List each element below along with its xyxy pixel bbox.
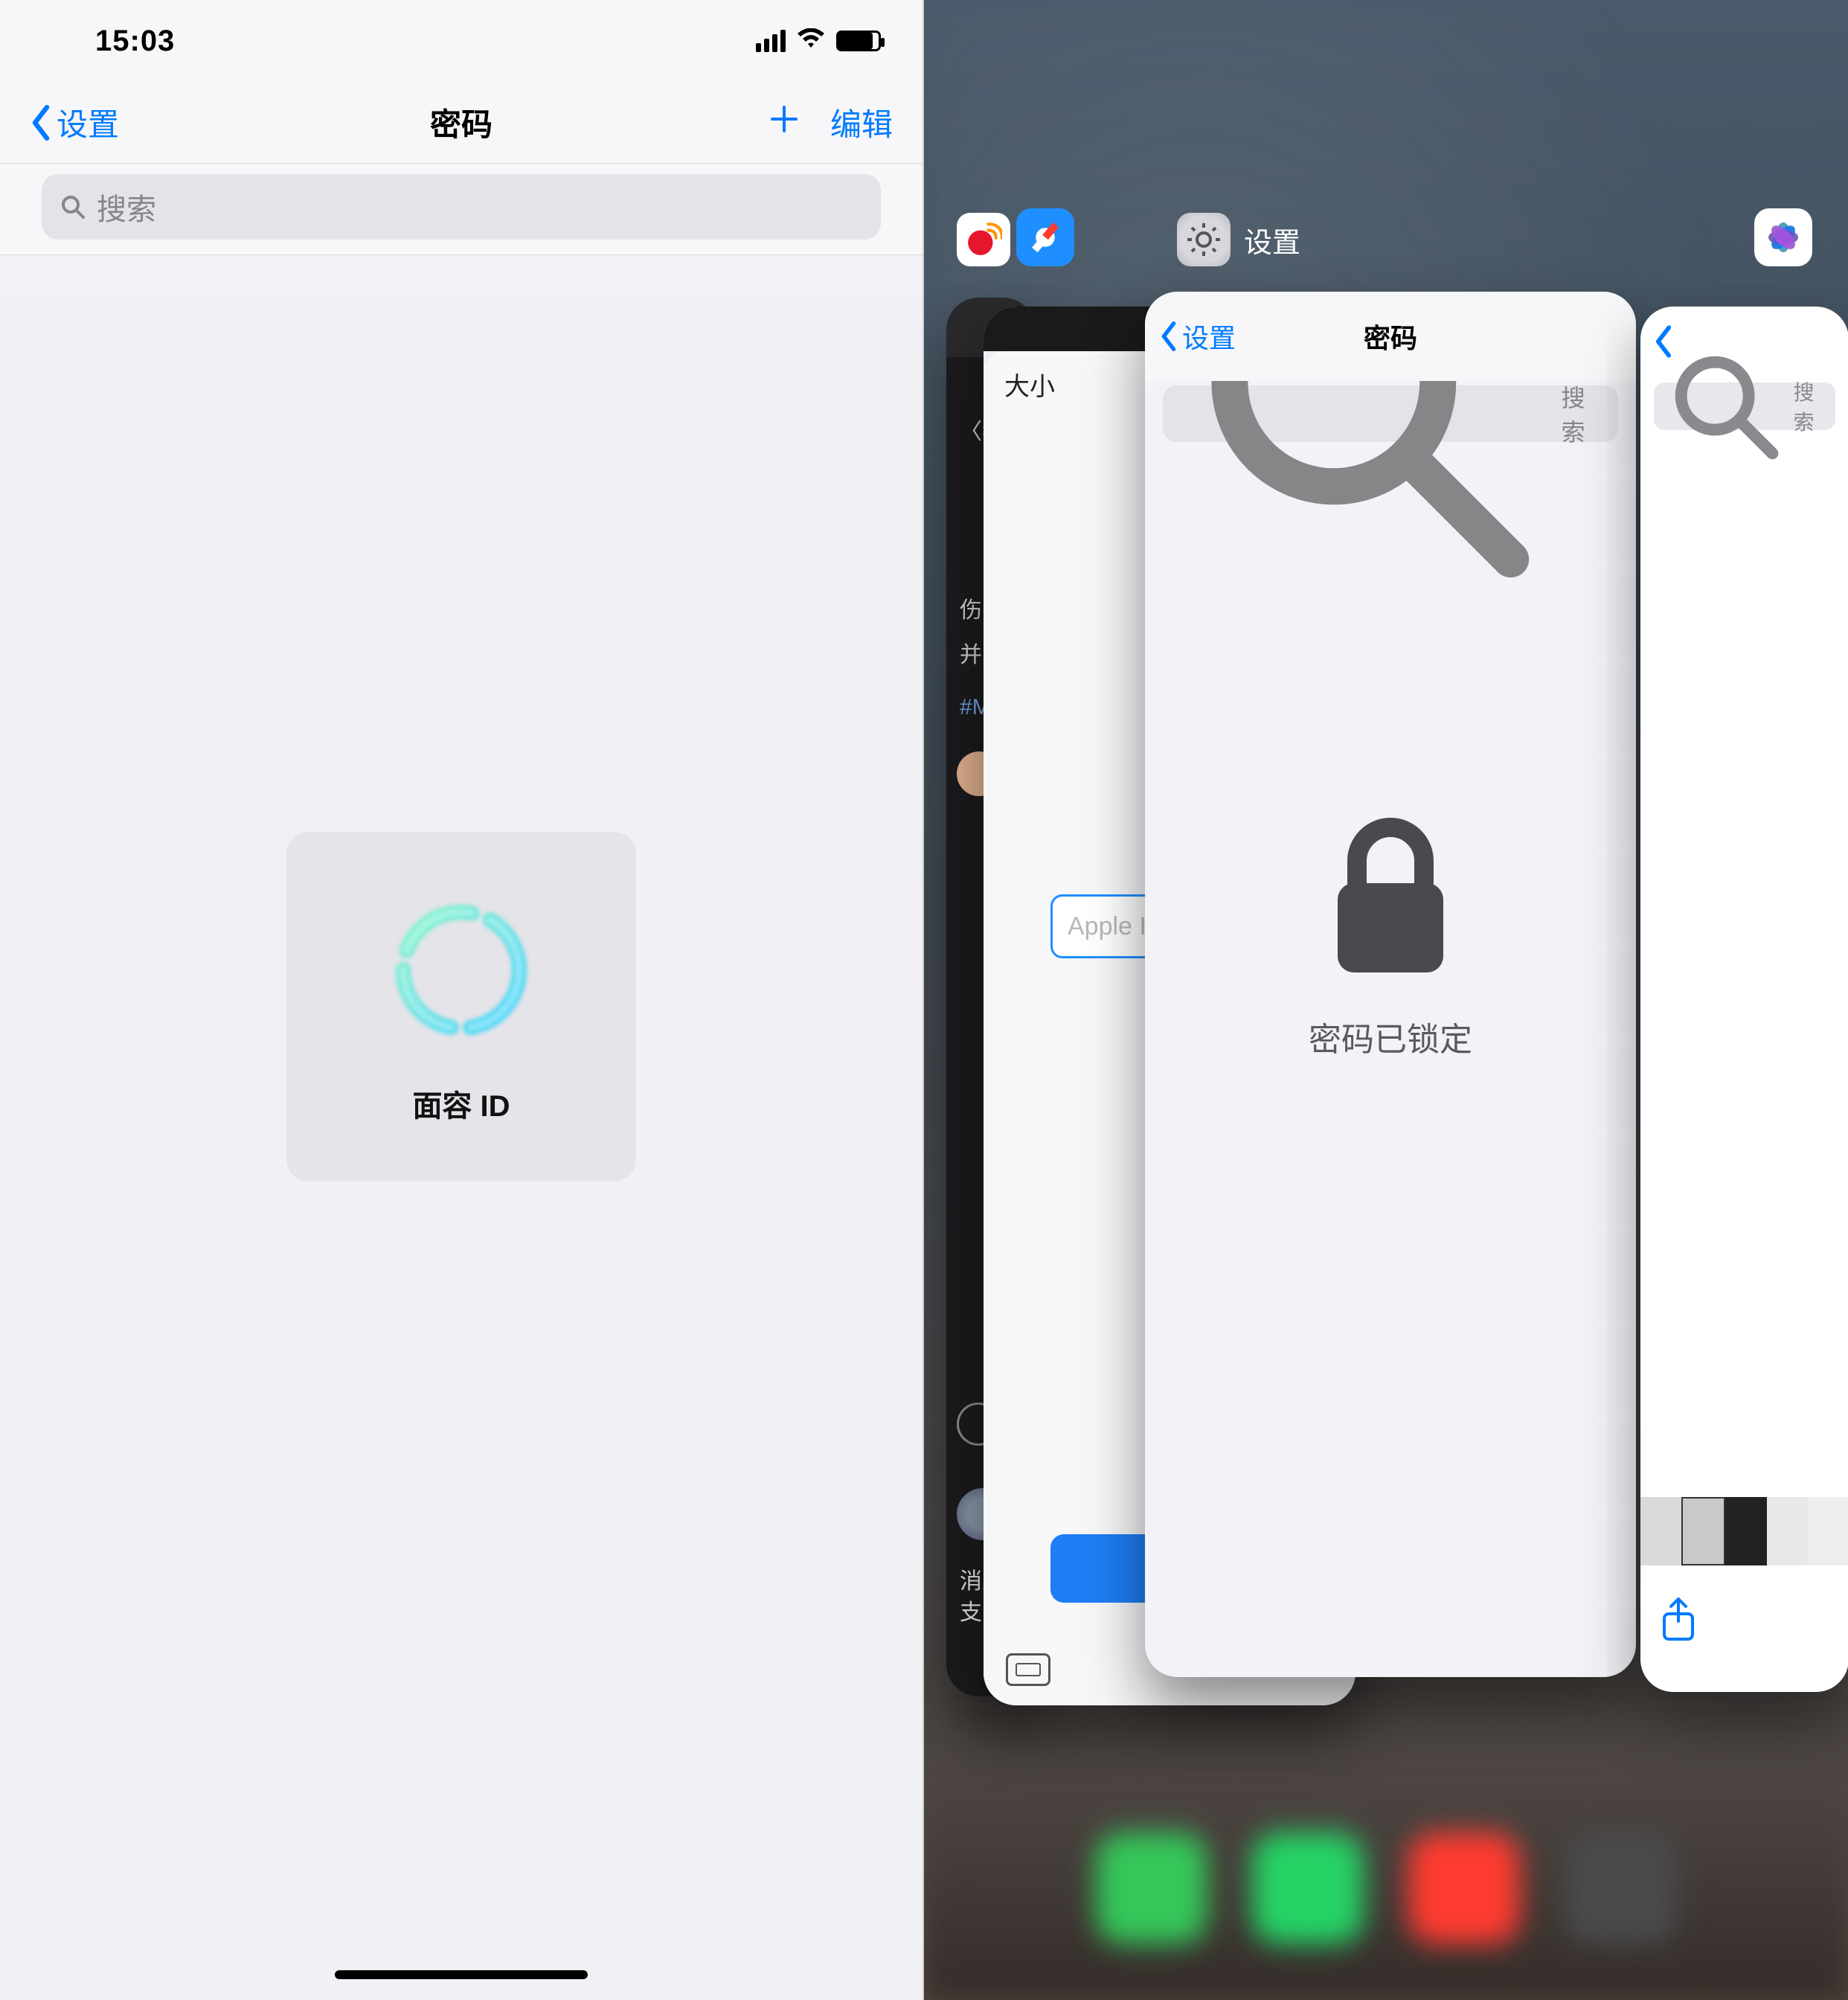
app-card-photos[interactable]: 搜索 xyxy=(1640,307,1848,1692)
nav-bar: 设置 密码 编辑 xyxy=(0,82,923,164)
status-icons xyxy=(756,28,881,54)
page-title: 密码 xyxy=(1364,317,1417,356)
keyboard-icon xyxy=(1006,1653,1050,1686)
settings-app-icon xyxy=(1177,213,1231,266)
plus-icon xyxy=(768,103,801,135)
body: 面容 ID xyxy=(0,295,923,2000)
weibo-bottom2: 支 xyxy=(960,1594,982,1626)
search-input[interactable]: 搜索 xyxy=(1163,385,1618,442)
status-time: 15:03 xyxy=(95,25,175,58)
lock-icon xyxy=(1320,812,1461,984)
photos-app-icon xyxy=(1754,208,1812,266)
cellular-icon xyxy=(756,30,786,52)
status-bar: 15:03 xyxy=(0,0,923,82)
card3-nav: 设置 密码 xyxy=(1145,292,1636,381)
add-button[interactable] xyxy=(768,103,801,143)
back-button[interactable]: 设置 xyxy=(30,100,119,145)
back-label: 设置 xyxy=(57,100,119,145)
edit-button[interactable]: 编辑 xyxy=(830,100,893,145)
page-title: 密码 xyxy=(430,100,493,145)
faceid-prompt[interactable]: 面容 ID xyxy=(286,832,636,1182)
battery-icon xyxy=(836,31,881,51)
search-placeholder: 搜索 xyxy=(1562,379,1603,448)
search-icon xyxy=(1664,345,1786,467)
search-placeholder: 搜索 xyxy=(1794,376,1825,436)
wifi-icon xyxy=(796,28,826,54)
right-screenshot-app-switcher: 设置 〈我 伤 并 #M 消息 支 xyxy=(924,0,1848,2000)
search-icon xyxy=(60,193,86,220)
thumbnail-strip[interactable] xyxy=(1640,1497,1848,1565)
share-icon xyxy=(1660,1596,1697,1644)
search-placeholder: 搜索 xyxy=(97,185,156,228)
dock-blur xyxy=(924,1777,1848,2000)
app-card-settings-passwords[interactable]: 设置 密码 搜索 密码已锁定 xyxy=(1145,292,1636,1677)
settings-app-title: 设置 xyxy=(1244,219,1300,260)
chevron-left-icon xyxy=(1160,321,1178,351)
home-indicator[interactable] xyxy=(335,1970,588,1979)
apple-id-placeholder: Apple I xyxy=(1068,912,1146,941)
left-screenshot: 15:03 设置 密码 编辑 搜索 xyxy=(0,0,924,2000)
app-card-header-weibo xyxy=(957,213,1010,266)
locked-text: 密码已锁定 xyxy=(1145,1013,1636,1060)
weibo-app-icon xyxy=(957,213,1010,266)
chevron-left-icon xyxy=(30,105,52,141)
weibo-line1: 伤 xyxy=(960,595,982,626)
search-input[interactable]: 搜索 xyxy=(1654,382,1835,430)
locked-state: 密码已锁定 xyxy=(1145,812,1636,1060)
back-label: 设置 xyxy=(1182,317,1236,356)
weibo-line2: 并 xyxy=(960,640,982,671)
faceid-icon xyxy=(379,888,543,1052)
size-label: 大小 xyxy=(1004,366,1055,403)
back-button[interactable]: 设置 xyxy=(1160,317,1236,356)
app-card-header-settings: 设置 xyxy=(1177,213,1300,266)
share-button[interactable] xyxy=(1660,1596,1697,1647)
faceid-label: 面容 ID xyxy=(412,1082,510,1125)
search-input[interactable]: 搜索 xyxy=(42,174,881,240)
search-wrap: 搜索 xyxy=(0,164,923,255)
safari-app-icon xyxy=(1016,208,1074,266)
